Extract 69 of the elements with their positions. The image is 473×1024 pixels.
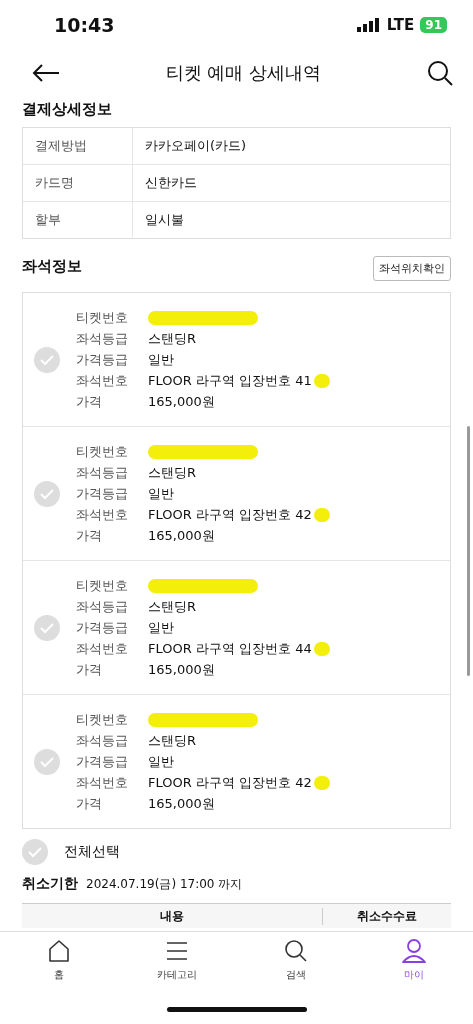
person-icon <box>400 938 427 964</box>
table-value: 신한카드 <box>144 174 197 192</box>
field-value: FLOOR 라구역 입장번호 42 <box>148 505 312 524</box>
check-circle[interactable] <box>34 614 60 641</box>
page-title: 티켓 예매 상세내역 <box>165 61 322 85</box>
table-value: 카카오페이(카드) <box>144 137 247 155</box>
field-value: 스탠딩R <box>148 463 197 482</box>
home-icon <box>47 938 72 964</box>
field-label: 좌석번호 <box>76 505 129 524</box>
field-value: 165,000원 <box>148 660 215 679</box>
table-label: 결제방법 <box>23 128 133 164</box>
field-label: 가격 <box>76 526 103 545</box>
check-circle[interactable] <box>34 480 60 507</box>
field-value: 일반 <box>148 350 174 369</box>
field-label: 좌석등급 <box>76 731 129 750</box>
field-label: 가격등급 <box>76 618 129 637</box>
field-value: 일반 <box>148 752 174 771</box>
deadline-value: 2024.07.19(금) 17:00 까지 <box>86 876 243 893</box>
seat-location-button[interactable]: 좌석위치확인 <box>373 256 451 281</box>
field-label: 좌석번호 <box>76 371 129 390</box>
field-label: 가격 <box>76 794 103 813</box>
field-label: 좌석등급 <box>76 597 129 616</box>
field-value: 스탠딩R <box>148 597 197 616</box>
field-value: 일반 <box>148 484 174 503</box>
search-icon <box>283 938 308 964</box>
field-label: 티켓번호 <box>76 308 129 327</box>
nav-tab[interactable]: 카테고리 <box>118 932 237 994</box>
field-value: FLOOR 라구역 입장번호 44 <box>148 639 312 658</box>
section-title: 결제상세정보 <box>22 99 113 120</box>
field-label: 가격등급 <box>76 484 129 503</box>
field-label: 티켓번호 <box>76 442 129 461</box>
check-circle[interactable] <box>34 748 60 775</box>
field-value: 165,000원 <box>148 794 215 813</box>
network-label: LTE <box>386 16 415 34</box>
field-value: 165,000원 <box>148 392 215 411</box>
check-circle[interactable] <box>22 839 48 865</box>
field-value: FLOOR 라구역 입장번호 41 <box>148 371 312 390</box>
status-time: 10:43 <box>54 14 115 36</box>
field-value: 스탠딩R <box>148 329 197 348</box>
deadline-label: 취소기한 <box>22 875 78 893</box>
field-label: 좌석등급 <box>76 329 129 348</box>
field-label: 가격등급 <box>76 350 129 369</box>
battery-level: 91 <box>420 17 447 33</box>
nav-tab[interactable]: 마이 <box>354 932 473 994</box>
field-label: 가격 <box>76 660 103 679</box>
search-icon[interactable] <box>427 60 453 86</box>
field-label: 티켓번호 <box>76 576 129 595</box>
nav-tab[interactable]: 검색 <box>236 932 355 994</box>
field-label: 가격 <box>76 392 103 411</box>
field-value: 일반 <box>148 618 174 637</box>
table-value: 일시불 <box>144 211 184 229</box>
select-all-label: 전체선택 <box>64 843 120 861</box>
nav-tab[interactable]: 홈 <box>0 932 119 994</box>
check-circle[interactable] <box>34 346 60 373</box>
field-label: 좌석번호 <box>76 773 129 792</box>
field-label: 좌석등급 <box>76 463 129 482</box>
field-label: 가격등급 <box>76 752 129 771</box>
column-header: 내용 <box>22 907 323 925</box>
table-label: 할부 <box>23 202 133 238</box>
back-arrow-icon[interactable] <box>32 63 60 83</box>
column-header: 취소수수료 <box>356 907 418 925</box>
signal-icon <box>356 18 381 32</box>
table-label: 카드명 <box>23 165 133 201</box>
field-value: 165,000원 <box>148 526 215 545</box>
field-label: 티켓번호 <box>76 710 129 729</box>
field-value: FLOOR 라구역 입장번호 42 <box>148 773 312 792</box>
field-label: 좌석번호 <box>76 639 129 658</box>
field-value: 스탠딩R <box>148 731 197 750</box>
section-title: 좌석정보 <box>22 256 82 277</box>
